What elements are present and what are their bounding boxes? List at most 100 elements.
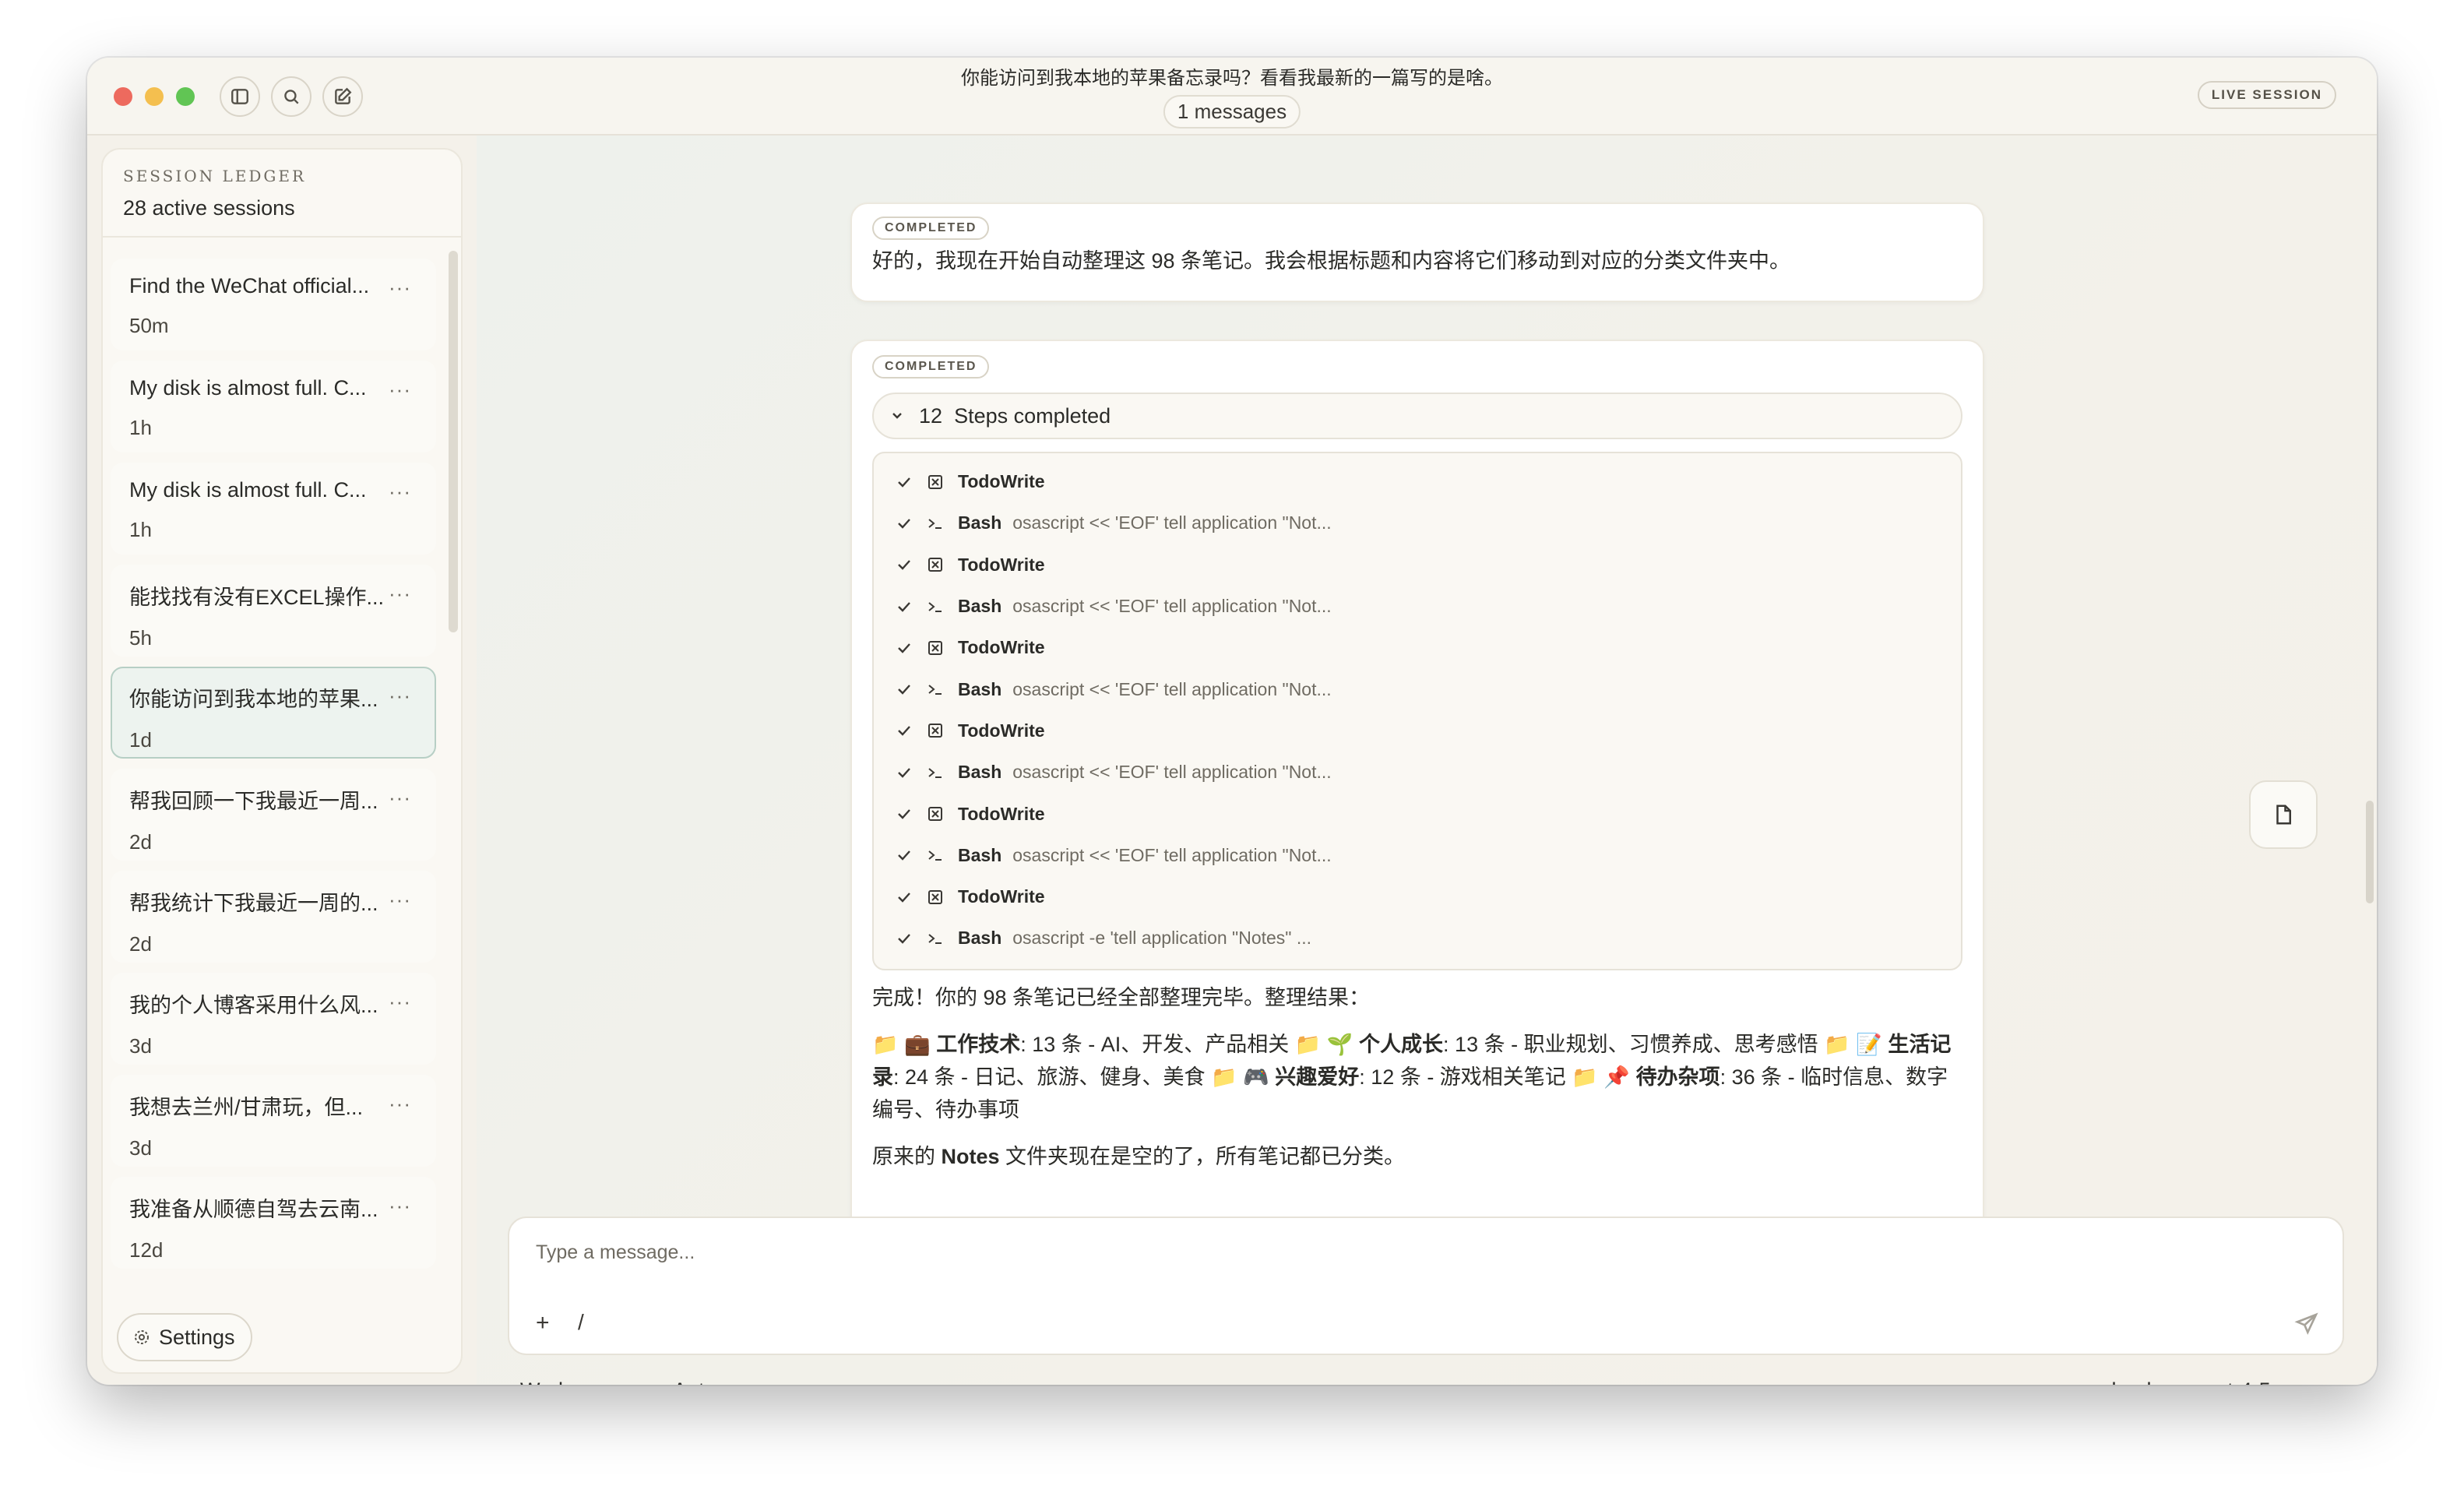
status-badge: COMPLETED <box>872 355 990 379</box>
category-growth-text: : 13 条 - 职业规划、习惯养成、思考感悟 📁 📝 <box>1443 1032 1888 1056</box>
todo-icon <box>928 558 942 572</box>
live-session-badge: LIVE SESSION <box>2197 81 2336 109</box>
check-icon <box>898 892 910 903</box>
session-more-button[interactable]: ··· <box>389 990 411 1014</box>
steps-summary: 12 Steps completed <box>919 404 1111 428</box>
session-time: 1h <box>129 518 152 541</box>
category-work-text: : 13 条 - AI、开发、产品相关 📁 🌱 <box>1020 1032 1360 1056</box>
steps-count: 12 <box>919 403 943 428</box>
step-arg: osascript -e 'tell application "Notes" .… <box>1012 928 1312 949</box>
chat-main: COMPLETED 好的，我现在开始自动整理这 98 条笔记。我会根据标题和内容… <box>477 136 2377 1385</box>
session-time: 1d <box>129 728 152 752</box>
send-button[interactable] <box>2294 1312 2319 1336</box>
step-tool: Bash <box>958 596 1002 617</box>
session-item-active[interactable]: 你能访问到我本地的苹果... 1d ··· <box>111 667 436 759</box>
session-more-button[interactable]: ··· <box>389 786 411 810</box>
check-icon <box>898 726 910 737</box>
step-item[interactable]: Bash osascript << 'EOF' tell application… <box>874 668 1961 710</box>
session-item[interactable]: 帮我统计下我最近一周的... 2d ··· <box>111 871 436 963</box>
settings-label: Settings <box>159 1325 235 1349</box>
closing-post: 文件夹现在是空的了，所有笔记都已分类。 <box>999 1144 1406 1168</box>
settings-button[interactable]: Settings <box>117 1313 252 1361</box>
step-item[interactable]: Bash osascript << 'EOF' tell application… <box>874 835 1961 876</box>
session-list: Find the WeChat official... 50m ··· My d… <box>103 251 461 1301</box>
todo-icon <box>928 724 942 738</box>
step-item[interactable]: TodoWrite <box>874 710 1961 752</box>
chevron-down-icon: ▾ <box>723 1383 729 1386</box>
session-title: My disk is almost full. C... <box>129 376 367 400</box>
session-item[interactable]: 我想去兰州/甘肃玩，但... 3d ··· <box>111 1075 436 1167</box>
step-tool: TodoWrite <box>958 637 1045 658</box>
step-item[interactable]: Bash osascript << 'EOF' tell application… <box>874 752 1961 793</box>
session-more-button[interactable]: ··· <box>389 480 411 504</box>
step-tool: TodoWrite <box>958 471 1045 492</box>
todo-icon <box>928 807 942 822</box>
result-closing: 原来的 Notes 文件夹现在是空的了，所有笔记都已分类。 <box>872 1140 1962 1173</box>
mode-selector[interactable]: Auto ▾ <box>673 1379 729 1385</box>
session-item[interactable]: My disk is almost full. C... 1h ··· <box>111 361 436 452</box>
session-item[interactable]: My disk is almost full. C... 1h ··· <box>111 463 436 555</box>
step-item[interactable]: TodoWrite <box>874 461 1961 502</box>
session-time: 3d <box>129 1136 152 1160</box>
terminal-icon <box>928 934 942 944</box>
session-item[interactable]: Find the WeChat official... 50m ··· <box>111 259 436 350</box>
step-tool: Bash <box>958 762 1002 783</box>
session-item[interactable]: 我的个人博客采用什么风... 3d ··· <box>111 973 436 1065</box>
close-window-button[interactable] <box>114 87 132 106</box>
category-hobby-text: : 12 条 - 游戏相关笔记 📁 📌 <box>1359 1065 1636 1089</box>
message-composer: + / <box>508 1217 2344 1355</box>
step-arg: osascript << 'EOF' tell application "Not… <box>1012 844 1332 865</box>
session-more-button[interactable]: ··· <box>389 888 411 912</box>
session-item[interactable]: 我准备从顺德自驾去云南... 12d ··· <box>111 1177 436 1269</box>
message-input[interactable] <box>536 1241 2249 1264</box>
sidebar-scrollbar[interactable] <box>449 251 458 632</box>
session-item[interactable]: 能找找有没有EXCEL操作... 5h ··· <box>111 565 436 657</box>
step-item[interactable]: TodoWrite <box>874 876 1961 917</box>
terminal-icon <box>928 850 942 861</box>
session-title: Find the WeChat official... <box>129 274 370 298</box>
terminal-icon <box>928 685 942 695</box>
session-title: 我想去兰州/甘肃玩，但... <box>129 1096 364 1119</box>
session-more-button[interactable]: ··· <box>389 276 411 300</box>
todo-icon <box>928 889 942 904</box>
result-emoji: 📁 💼 <box>872 1032 937 1056</box>
zoom-window-button[interactable] <box>176 87 195 106</box>
terminal-icon <box>928 601 942 612</box>
step-item[interactable]: TodoWrite <box>874 793 1961 834</box>
session-title: My disk is almost full. C... <box>129 478 367 502</box>
attach-button[interactable]: + <box>536 1310 550 1336</box>
chevron-down-icon <box>892 413 902 419</box>
check-icon <box>898 850 910 861</box>
session-item[interactable]: 帮我回顾一下我最近一周... 2d ··· <box>111 769 436 861</box>
session-time: 2d <box>129 932 152 956</box>
todo-icon <box>928 474 942 489</box>
session-more-button[interactable]: ··· <box>389 582 411 606</box>
closing-pre: 原来的 <box>872 1144 942 1168</box>
document-panel-button[interactable] <box>2249 780 2318 849</box>
workspace-selector[interactable]: Workspace ▾ <box>520 1379 638 1385</box>
ledger-count: 28 active sessions <box>123 196 295 220</box>
check-icon <box>898 685 910 695</box>
model-selector[interactable]: claude-sonnet-4-5 ▾ <box>2101 1379 2283 1385</box>
step-item[interactable]: Bash osascript << 'EOF' tell application… <box>874 586 1961 627</box>
steps-toggle[interactable]: 12 Steps completed <box>872 393 1962 439</box>
chat-scrollbar[interactable] <box>2366 801 2374 903</box>
step-item[interactable]: Bash osascript << 'EOF' tell application… <box>874 502 1961 544</box>
session-more-button[interactable]: ··· <box>389 1194 411 1218</box>
session-title: 帮我统计下我最近一周的... <box>129 892 378 915</box>
session-more-button[interactable]: ··· <box>389 1092 411 1116</box>
step-item[interactable]: Bash osascript -e 'tell application "Not… <box>874 917 1961 959</box>
step-arg: osascript << 'EOF' tell application "Not… <box>1012 512 1332 533</box>
chevron-down-icon: ▾ <box>2277 1383 2283 1386</box>
document-icon <box>2276 805 2291 825</box>
session-more-button[interactable]: ··· <box>389 378 411 402</box>
session-more-button[interactable]: ··· <box>389 684 411 708</box>
step-item[interactable]: TodoWrite <box>874 544 1961 586</box>
minimize-window-button[interactable] <box>145 87 164 106</box>
step-item[interactable]: TodoWrite <box>874 627 1961 668</box>
category-life-text: : 24 条 - 日记、旅游、健身、美食 📁 🎮 <box>893 1065 1276 1089</box>
step-tool: TodoWrite <box>958 720 1045 741</box>
assistant-message-card: COMPLETED 好的，我现在开始自动整理这 98 条笔记。我会根据标题和内容… <box>850 202 1984 302</box>
category-work: 工作技术 <box>936 1032 1021 1056</box>
slash-command-button[interactable]: / <box>578 1310 584 1335</box>
